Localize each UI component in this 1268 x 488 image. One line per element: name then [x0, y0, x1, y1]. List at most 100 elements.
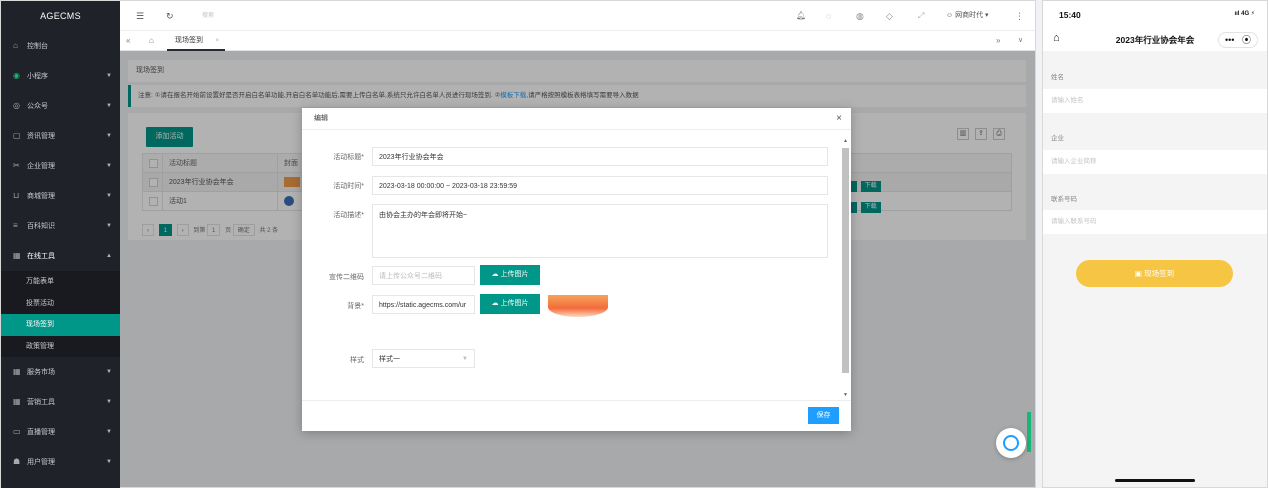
headset-icon	[1003, 435, 1019, 451]
phone-field-label: 企业	[1051, 135, 1064, 142]
modal-body: 活动标题* 2023年行业协会年会 活动时间* 2023-03-18 00:00…	[302, 130, 851, 400]
sidebar-item-users[interactable]: ☗ 用户管理 ▼	[1, 447, 120, 477]
sidebar-item-label: 营销工具	[26, 399, 55, 406]
chevron-down-icon: ▼	[106, 223, 112, 229]
sidebar-subitem-checkin[interactable]: 现场签到	[1, 314, 120, 336]
button-label: 上传图片	[500, 271, 529, 278]
sidebar-item-dashboard[interactable]: ⌂ 控制台	[1, 31, 120, 61]
sidebar-item-marketing[interactable]: ▦ 营销工具 ▼	[1, 387, 120, 417]
field-label: 宣传二维码	[329, 274, 364, 281]
phone-status-bar: 15:40 ııl 4G ⚡	[1043, 1, 1267, 29]
sidebar-item-label: 服务市场	[26, 369, 55, 376]
sidebar-subitem-policy[interactable]: 政策管理	[1, 336, 120, 358]
sidebar-item-label: 公众号	[26, 103, 48, 110]
scroll-up-icon[interactable]: ▲	[843, 138, 848, 144]
qrcode-input[interactable]: 请上传公众号二维码	[372, 266, 475, 285]
chevron-down-icon: ▼	[106, 73, 112, 79]
sidebar-item-miniapp[interactable]: ◉ 小程序 ▼	[1, 61, 120, 91]
sidebar-item-news[interactable]: ▢ 资讯管理 ▼	[1, 121, 120, 151]
style-select[interactable]: 样式一 ▼	[372, 349, 475, 368]
sidebar-item-service-market[interactable]: ▦ 服务市场 ▼	[1, 357, 120, 387]
bell-icon[interactable]: 🔔︎	[796, 1, 806, 31]
phone-time: 15:40	[1059, 10, 1081, 20]
refresh-icon[interactable]: ↻	[166, 1, 174, 31]
user-icon: ☗	[13, 457, 21, 466]
sidebar-item-official-account[interactable]: ◎ 公众号 ▼	[1, 91, 120, 121]
more-icon[interactable]: ⋮	[1015, 1, 1024, 31]
phone-preview: 15:40 ııl 4G ⚡ ⌂ 2023年行业协会年会 ••• ⦿ 姓名 请输…	[1042, 0, 1268, 488]
theme-icon[interactable]: ◌	[826, 1, 831, 31]
field-label: 样式	[350, 357, 364, 364]
cart-icon: ⊔	[13, 191, 20, 200]
checkin-submit-button[interactable]: ▣ 现场签到	[1076, 260, 1233, 287]
phone-number-input[interactable]: 请输入联系号码	[1043, 210, 1267, 234]
tab-label: 现场签到	[175, 37, 203, 44]
chevron-down-icon: ▼	[106, 429, 112, 435]
sidebar-item-label: 控制台	[26, 43, 48, 50]
collapse-menu-icon[interactable]: ☰	[136, 1, 144, 31]
user-name: 网商时代 ▾	[955, 12, 989, 19]
sidebar: AGECMS ⌂ 控制台 ◉ 小程序 ▼ ◎ 公众号 ▼ ▢ 资讯管理 ▼ ✂	[1, 1, 120, 488]
sidebar-item-mall[interactable]: ⊔ 商城管理 ▼	[1, 181, 120, 211]
tabs-right-icon[interactable]: »	[996, 31, 1000, 51]
more-dots-icon[interactable]: •••	[1225, 33, 1234, 47]
company-input[interactable]: 请输入企业简称	[1043, 150, 1267, 174]
close-target-icon[interactable]: ⦿	[1242, 33, 1251, 47]
app-logo: AGECMS	[40, 11, 81, 21]
activity-description-textarea[interactable]: 由协会主办的年会即将开始~	[372, 204, 828, 258]
upload-background-button[interactable]: ☁ 上传图片	[480, 294, 540, 314]
tag-icon[interactable]: ◇	[886, 1, 893, 31]
grid-icon: ▦	[13, 251, 21, 260]
save-button[interactable]: 保存	[808, 407, 839, 424]
fullscreen-icon[interactable]: ⤢	[918, 1, 924, 31]
search-input[interactable]: 搜索	[202, 1, 214, 31]
customer-service-button[interactable]	[996, 428, 1026, 458]
tab-checkin[interactable]: 现场签到 ×	[167, 31, 225, 51]
chevron-up-icon: ▲	[106, 253, 112, 259]
sidebar-item-live[interactable]: ▭ 直播管理 ▼	[1, 417, 120, 447]
background-url-input[interactable]: https://static.agecms.com/ur	[372, 295, 475, 314]
scroll-down-icon[interactable]: ▼	[843, 392, 848, 398]
top-bar: ☰ ↻ 搜索 🔔︎ ◌ ◍ ◇ ⤢ ☺ 网商时代 ▾ ⋮	[120, 1, 1035, 31]
sidebar-item-label: 百科知识	[26, 223, 55, 230]
chevron-down-icon: ▼	[106, 133, 112, 139]
phone-nav-bar: ⌂ 2023年行业协会年会 ••• ⦿	[1043, 29, 1267, 51]
name-input[interactable]: 请输入姓名	[1043, 89, 1267, 113]
close-icon[interactable]: ×	[836, 108, 842, 130]
scrollbar-thumb[interactable]	[842, 148, 849, 373]
grid-icon: ▦	[13, 367, 21, 376]
signal-battery-icon: ııl 4G ⚡	[1234, 11, 1255, 17]
home-indicator	[1115, 479, 1195, 482]
chevron-down-icon[interactable]: ∨	[1018, 31, 1023, 51]
sidebar-item-label: 企业管理	[26, 163, 55, 170]
modal-title: 编辑	[314, 115, 328, 122]
sidebar-item-label: 商城管理	[26, 193, 55, 200]
button-label: 上传图片	[500, 300, 529, 307]
home-tab-icon[interactable]: ⌂	[149, 31, 154, 51]
edit-modal: 编辑 × 活动标题* 2023年行业协会年会 活动时间* 2023-03-18 …	[302, 108, 851, 431]
modal-footer: 保存	[302, 400, 851, 431]
sidebar-subitem-form[interactable]: 万能表单	[1, 271, 120, 293]
sidebar-item-online-tools[interactable]: ▦ 在线工具 ▲	[1, 241, 120, 271]
field-label: 活动标题*	[333, 154, 364, 161]
upload-qrcode-button[interactable]: ☁ 上传图片	[480, 265, 540, 285]
sidebar-item-label: 在线工具	[26, 253, 55, 260]
close-tab-icon[interactable]: ×	[215, 31, 219, 51]
modal-scrollbar[interactable]: ▲ ▼	[842, 138, 849, 398]
sidebar-item-wiki[interactable]: ≡ 百科知识 ▼	[1, 211, 120, 241]
tabs-left-icon[interactable]: «	[126, 31, 130, 51]
sidebar-submenu: 万能表单 投票活动 现场签到 政策管理	[1, 271, 120, 357]
sidebar-item-enterprise[interactable]: ✂ 企业管理 ▼	[1, 151, 120, 181]
sidebar-subitem-vote[interactable]: 投票活动	[1, 293, 120, 315]
field-label: 活动描述*	[333, 212, 364, 219]
wechat-icon: ◎	[13, 101, 20, 110]
style-select-value: 样式一	[379, 356, 400, 363]
message-icon[interactable]: ◍	[856, 1, 864, 31]
home-icon: ⌂	[13, 41, 18, 50]
activity-time-input[interactable]: 2023-03-18 00:00:00 ~ 2023-03-18 23:59:5…	[372, 176, 828, 195]
user-menu[interactable]: ☺ 网商时代 ▾	[946, 1, 989, 31]
activity-title-input[interactable]: 2023年行业协会年会	[372, 147, 828, 166]
field-label: 活动时间*	[333, 183, 364, 190]
doc-icon: ▢	[13, 131, 21, 140]
grid-icon: ▦	[13, 397, 21, 406]
